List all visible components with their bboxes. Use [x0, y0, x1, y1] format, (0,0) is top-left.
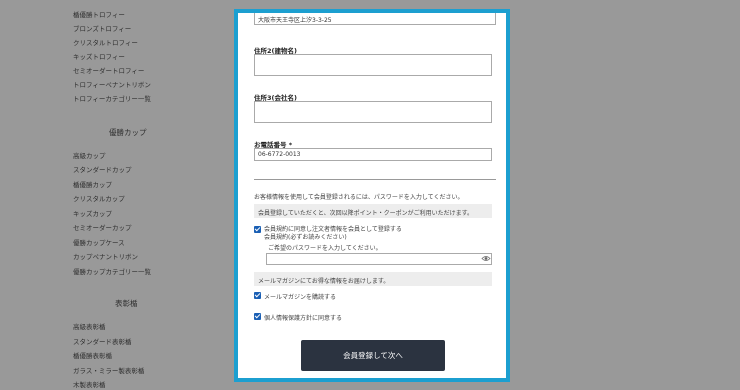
- address1-input[interactable]: 大阪市天王寺区上汐3-3-25: [254, 13, 496, 25]
- sidebar-item[interactable]: 高級表彰楯: [73, 323, 106, 331]
- privacy-label: 個人情報保護方針に同意する: [264, 315, 343, 322]
- sidebar-item[interactable]: ブロンズトロフィー: [73, 25, 131, 33]
- sidebar-item[interactable]: 優勝カップカテゴリー一覧: [73, 268, 151, 276]
- sidebar-item[interactable]: 優勝カップケース: [73, 239, 125, 247]
- sidebar-item[interactable]: スタンダードカップ: [73, 166, 132, 174]
- member-benefit-text: 会員登録していただくと、次回以降ポイント・クーポンがご利用いただけます。: [258, 210, 473, 217]
- newsletter-label: メールマガジンを購読する: [264, 294, 337, 301]
- sidebar-item[interactable]: 高級カップ: [73, 152, 106, 160]
- sidebar-item[interactable]: トロフィーペナントリボン: [73, 81, 151, 89]
- password-input[interactable]: [266, 253, 492, 265]
- privacy-checkbox[interactable]: [254, 313, 261, 320]
- sidebar-item[interactable]: トロフィーカテゴリー一覧: [73, 95, 151, 103]
- register-note: お客様情報を使用して会員登録されるには、パスワードを入力してください。: [254, 194, 464, 201]
- sidebar-item[interactable]: クリスタルカップ: [73, 195, 125, 203]
- sidebar-item[interactable]: キッズカップ: [73, 210, 112, 218]
- agree-member-checkbox[interactable]: [254, 226, 261, 233]
- sidebar-item[interactable]: クリスタルトロフィー: [73, 39, 138, 47]
- registration-modal: 大阪市天王寺区上汐3-3-25 住所2(建物名) 住所3(会社名) お電話番号 …: [234, 9, 510, 382]
- sidebar-item[interactable]: ガラス・ミラー製表彰楯: [73, 367, 144, 375]
- sidebar-item[interactable]: キッズトロフィー: [73, 53, 125, 61]
- password-prompt: ご希望のパスワードを入力してください。: [268, 245, 382, 252]
- address3-input[interactable]: [254, 101, 492, 123]
- sidebar-item[interactable]: 楯優勝カップ: [73, 181, 112, 189]
- sidebar-item[interactable]: 木製表彰楯: [73, 381, 106, 389]
- sidebar-section-title: 表彰楯: [115, 299, 138, 308]
- submit-button[interactable]: 会員登録して次へ: [301, 340, 445, 371]
- sidebar-item[interactable]: 楯優勝トロフィー: [73, 11, 125, 19]
- sidebar-item[interactable]: セミオーダーカップ: [73, 224, 132, 232]
- member-terms-link[interactable]: 会員規約(必ずお読みください): [264, 232, 347, 241]
- eye-icon[interactable]: [481, 254, 491, 263]
- newsletter-checkbox[interactable]: [254, 292, 261, 299]
- newsletter-note: メールマガジンにてお得な情報をお届けします。: [258, 278, 390, 285]
- sidebar-item[interactable]: カップペナントリボン: [73, 253, 138, 261]
- divider: [254, 179, 496, 180]
- sidebar-item[interactable]: 楯優勝表彰楯: [73, 352, 112, 360]
- phone-input[interactable]: 06-6772-0013: [254, 148, 492, 161]
- sidebar-item[interactable]: スタンダード表彰楯: [73, 338, 132, 346]
- sidebar-section-title: 優勝カップ: [109, 128, 147, 137]
- address2-input[interactable]: [254, 54, 492, 76]
- sidebar-item[interactable]: セミオーダートロフィー: [73, 67, 144, 75]
